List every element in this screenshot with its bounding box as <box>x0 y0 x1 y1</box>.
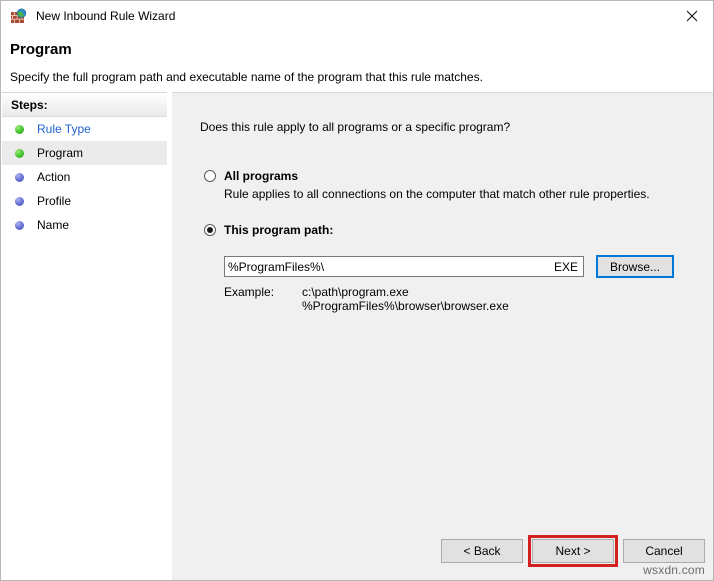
radio-all-programs[interactable] <box>204 170 216 182</box>
next-button[interactable]: Next > <box>532 539 614 563</box>
firewall-globe-icon <box>10 8 27 25</box>
step-bullet-icon <box>15 125 24 134</box>
window-title: New Inbound Rule Wizard <box>36 8 175 24</box>
step-bullet-icon <box>15 197 24 206</box>
option-all-programs[interactable]: All programs Rule applies to all connect… <box>204 169 650 201</box>
browse-button[interactable]: Browse... <box>596 255 674 278</box>
program-path-value: %ProgramFiles%\ <box>228 260 324 274</box>
option-this-program-path[interactable]: This program path: <box>204 223 333 237</box>
radio-all-programs-label: All programs <box>224 169 298 183</box>
wizard-content-panel: Does this rule apply to all programs or … <box>172 92 714 581</box>
sidebar-item-profile[interactable]: Profile <box>2 189 167 213</box>
step-bullet-icon <box>15 221 24 230</box>
example-values: c:\path\program.exe %ProgramFiles%\brows… <box>302 285 509 313</box>
example-block: Example: c:\path\program.exe %ProgramFil… <box>224 285 509 313</box>
back-button[interactable]: < Back <box>441 539 523 563</box>
sidebar-item-label: Action <box>37 170 70 184</box>
sidebar-item-name[interactable]: Name <box>2 213 167 237</box>
step-bullet-icon <box>15 149 24 158</box>
program-path-input[interactable]: %ProgramFiles%\ EXE <box>224 256 584 277</box>
program-path-suffix: EXE <box>554 260 578 274</box>
example-label: Example: <box>224 285 302 313</box>
sidebar-item-label: Profile <box>37 194 71 208</box>
sidebar-item-label: Program <box>37 146 83 160</box>
wizard-footer: < Back Next > Cancel <box>172 533 714 581</box>
example-line: c:\path\program.exe <box>302 285 509 299</box>
step-bullet-icon <box>15 173 24 182</box>
sidebar-item-label: Name <box>37 218 69 232</box>
page-header: Program Specify the full program path an… <box>1 31 714 92</box>
sidebar-item-action[interactable]: Action <box>2 165 167 189</box>
new-inbound-rule-wizard-window: New Inbound Rule Wizard Program Specify … <box>0 0 714 581</box>
steps-sidebar: Steps: Rule Type Program Action Profile … <box>2 92 167 581</box>
sidebar-item-program[interactable]: Program <box>2 141 167 165</box>
steps-heading: Steps: <box>2 93 167 117</box>
cancel-button[interactable]: Cancel <box>623 539 705 563</box>
all-programs-description: Rule applies to all connections on the c… <box>224 187 650 201</box>
program-path-row: %ProgramFiles%\ EXE Browse... <box>224 256 674 278</box>
sidebar-item-rule-type[interactable]: Rule Type <box>2 117 167 141</box>
watermark: wsxdn.com <box>643 563 705 577</box>
sidebar-item-label: Rule Type <box>37 122 91 136</box>
page-title: Program <box>10 41 72 58</box>
close-icon[interactable] <box>669 1 714 30</box>
question-text: Does this rule apply to all programs or … <box>200 120 510 134</box>
example-line: %ProgramFiles%\browser\browser.exe <box>302 299 509 313</box>
title-bar: New Inbound Rule Wizard <box>1 1 714 31</box>
radio-this-program-path[interactable] <box>204 224 216 236</box>
steps-heading-label: Steps: <box>11 98 48 112</box>
radio-this-program-path-label: This program path: <box>224 223 333 237</box>
page-subtitle: Specify the full program path and execut… <box>10 70 483 84</box>
